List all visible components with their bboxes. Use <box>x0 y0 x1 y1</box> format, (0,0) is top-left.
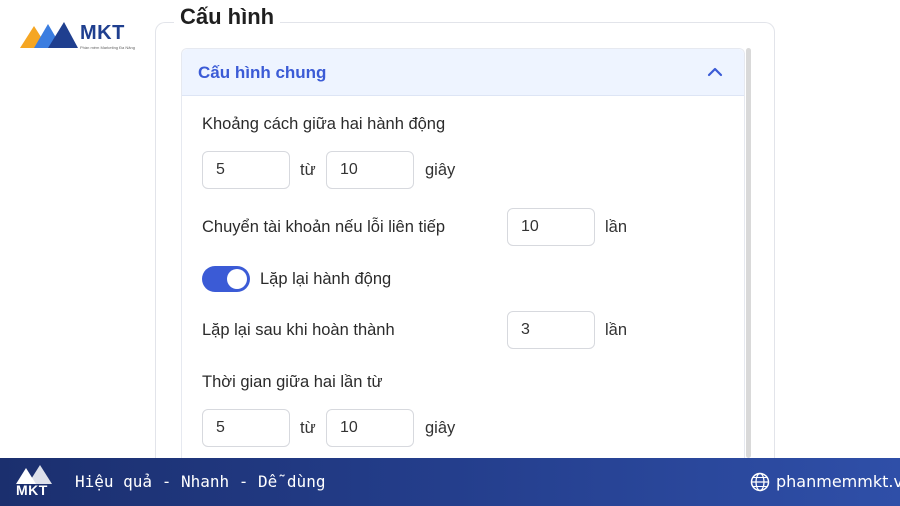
repeat-toggle[interactable] <box>202 266 250 292</box>
chevron-up-icon[interactable] <box>706 63 724 81</box>
repeat-gap-to-word: từ <box>300 419 316 437</box>
footer-logo-text: MKT <box>16 482 48 498</box>
panel-title: Cấu hình chung <box>198 63 327 82</box>
repeat-gap-unit: giây <box>425 419 456 437</box>
section-legend: Cấu hình <box>174 4 281 30</box>
repeat-after-unit: lần <box>605 321 628 339</box>
repeat-gap-from-input[interactable]: 5 <box>202 409 290 447</box>
switch-account-input[interactable]: 10 <box>507 208 595 246</box>
panel-scrollbar[interactable] <box>746 48 751 458</box>
action-gap-to-input[interactable]: 10 <box>326 151 414 189</box>
action-gap-unit: giây <box>425 161 456 179</box>
action-gap-label: Khoảng cách giữa hai hành động <box>202 115 446 133</box>
switch-account-label: Chuyển tài khoản nếu lỗi liên tiếp <box>202 218 446 236</box>
footer-slogan: Hiệu quả - Nhanh - Dễ dùng <box>75 472 326 491</box>
brand-logo: MKT Phần mềm Marketing Đa Năng <box>20 20 140 54</box>
general-config-panel: Cấu hình chung <box>181 48 745 468</box>
switch-account-unit: lần <box>605 218 628 236</box>
footer-website[interactable]: phanmemmkt.vn <box>776 472 900 491</box>
action-gap-to-word: từ <box>300 161 316 179</box>
toggle-knob <box>227 269 247 289</box>
repeat-after-label: Lặp lại sau khi hoàn thành <box>202 321 395 339</box>
repeat-after-input[interactable]: 3 <box>507 311 595 349</box>
logo-subtitle: Phần mềm Marketing Đa Năng <box>80 45 135 50</box>
action-gap-from-input[interactable]: 5 <box>202 151 290 189</box>
globe-icon <box>750 472 770 492</box>
logo-mountains-icon <box>20 22 78 48</box>
logo-text: MKT <box>80 22 125 44</box>
panel-header[interactable]: Cấu hình chung <box>182 49 744 96</box>
repeat-gap-to-input[interactable]: 10 <box>326 409 414 447</box>
footer-banner: MKT Hiệu quả - Nhanh - Dễ dùng phanmemmk… <box>0 458 900 506</box>
repeat-gap-label: Thời gian giữa hai lần từ <box>202 373 383 391</box>
repeat-toggle-label: Lặp lại hành động <box>260 270 392 288</box>
